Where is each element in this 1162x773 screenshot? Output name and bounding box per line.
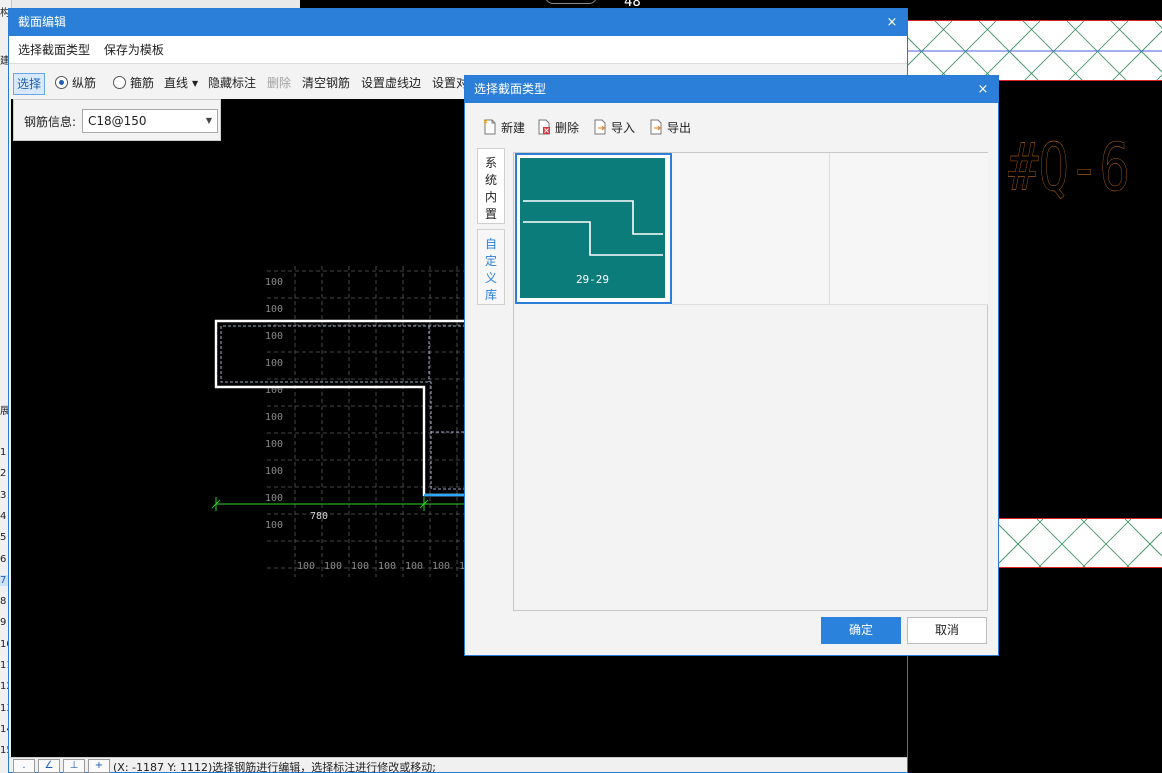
empty-template-slot <box>672 153 830 305</box>
view-mode-button[interactable]: . <box>13 759 35 773</box>
tab-custom-char: 自 <box>484 237 497 251</box>
rebar-outline <box>220 325 481 490</box>
rebar-info-value: C18@150 <box>88 114 147 128</box>
set-dashed-edge-button[interactable]: 设置虚线边 <box>361 73 421 95</box>
dialog-title: 选择截面类型 <box>474 82 547 96</box>
hatch-band-bottom <box>999 518 1162 568</box>
status-text: (X: -1187 Y: 1112)选择钢筋进行编辑，选择标注进行修改或移动; <box>113 761 436 773</box>
cad-annotation-text: #Q-6 <box>1008 129 1130 206</box>
screen: 48 1 2 3 4 5 6 7 8 9 10 11 12 13 14 15 构建展 #Q-6 截面编辑 × … <box>0 0 1162 773</box>
background-app-toolbar <box>0 0 300 8</box>
ok-button[interactable]: 确定 <box>821 617 901 644</box>
close-icon[interactable]: × <box>974 76 992 103</box>
grid-label: 100 <box>265 277 283 288</box>
grid-label: 100 <box>265 466 283 477</box>
longitudinal-radio[interactable]: 纵筋 <box>55 73 96 95</box>
stirrup-radio[interactable]: 箍筋 <box>113 73 154 95</box>
new-label: 新建 <box>501 121 526 135</box>
window-title: 截面编辑 <box>18 15 67 29</box>
select-section-type-dialog: 选择截面类型 × 新建 删除 导入 导出 系 统 内 置 自 定 义 库 29-… <box>464 75 999 656</box>
grid-label: 100 <box>378 561 396 572</box>
dimension-label: 780 <box>310 511 328 522</box>
delete-template-button[interactable]: 删除 <box>537 119 579 137</box>
tab-system-char: 置 <box>484 207 497 221</box>
delete-label: 删除 <box>555 121 580 135</box>
import-label: 导入 <box>611 121 636 135</box>
snap-angle-icon[interactable]: ∠ <box>38 759 60 773</box>
hatch-band-top <box>908 20 1162 81</box>
cad-annotation-label: #Q-6 <box>1008 132 1130 202</box>
rebar-info-label: 钢筋信息: <box>24 115 77 129</box>
stirrup-label: 箍筋 <box>130 76 155 90</box>
export-icon <box>650 119 662 135</box>
tab-system-char: 统 <box>484 173 497 187</box>
cancel-button[interactable]: 取消 <box>907 617 987 644</box>
tab-custom-char: 库 <box>484 288 497 302</box>
hatch-pattern-bottom <box>999 519 1162 567</box>
hatch-line <box>999 519 1044 564</box>
hide-label-button[interactable]: 隐藏标注 <box>208 73 256 95</box>
line-dropdown[interactable]: 直线 ▼ <box>164 73 198 95</box>
tab-system-builtin[interactable]: 系 统 内 置 <box>477 148 505 224</box>
grid-label: 100 <box>265 493 283 504</box>
rebar-info-panel: 钢筋信息: C18@150 ▼ <box>13 99 221 141</box>
hatch-pattern-top <box>908 21 1162 80</box>
export-button[interactable]: 导出 <box>649 119 691 137</box>
rebar-info-select[interactable]: C18@150 ▼ <box>82 109 218 133</box>
tab-custom-library[interactable]: 自 定 义 库 <box>477 229 505 305</box>
grid-label: 100 <box>265 358 283 369</box>
crosshair-icon[interactable]: + <box>88 759 110 773</box>
import-icon <box>594 119 606 135</box>
dialog-titlebar: 选择截面类型 × <box>465 76 998 103</box>
menu-bar: 选择截面类型 保存为模板 <box>9 36 907 64</box>
tab-custom-char: 定 <box>484 254 497 268</box>
grid-label: 100 <box>265 331 283 342</box>
hatch-line <box>999 524 1042 567</box>
grid-label: 100 <box>432 561 450 572</box>
longitudinal-label: 纵筋 <box>72 76 97 90</box>
section-outline <box>214 319 481 497</box>
section-template-grid: 29-29 <box>513 152 988 611</box>
export-label: 导出 <box>667 121 692 135</box>
close-icon[interactable]: × <box>883 9 901 36</box>
select-tool-button[interactable]: 选择 <box>13 73 46 95</box>
menu-save-as-template[interactable]: 保存为模板 <box>99 36 169 64</box>
import-button[interactable]: 导入 <box>593 119 635 137</box>
cad-annotation: #Q-6 <box>1008 129 1138 206</box>
grid-label: 100 <box>351 561 369 572</box>
clear-rebar-button[interactable]: 清空钢筋 <box>302 73 350 95</box>
delete-button[interactable]: 删除 <box>267 73 291 95</box>
tab-system-char: 内 <box>484 190 497 204</box>
new-button[interactable]: 新建 <box>483 119 525 137</box>
grid-label: 100 <box>297 561 315 572</box>
section-editor-titlebar: 截面编辑 × <box>9 9 907 36</box>
menu-select-section-type[interactable]: 选择截面类型 <box>13 36 95 64</box>
grid-label: 100 <box>265 520 283 531</box>
new-file-icon <box>483 119 496 135</box>
section-template-item[interactable]: 29-29 <box>515 153 672 304</box>
hatch-line <box>1126 531 1162 567</box>
radio-checked-icon <box>55 76 68 89</box>
line-label: 直线 <box>164 76 189 90</box>
radio-unchecked-icon <box>113 76 126 89</box>
chevron-down-icon: ▼ <box>205 116 212 125</box>
ortho-icon[interactable]: ⊥ <box>63 759 85 773</box>
grid-label: 100 <box>265 304 283 315</box>
chevron-down-icon: ▼ <box>192 79 199 88</box>
grid-label: 100 <box>265 412 283 423</box>
section-template-name: 29-29 <box>575 273 610 286</box>
set-partial-button[interactable]: 设置对 <box>432 73 468 95</box>
section-thumbnail: 29-29 <box>520 158 665 298</box>
hatch-line <box>1124 519 1162 557</box>
tab-system-char: 系 <box>484 156 497 170</box>
delete-file-icon <box>538 119 550 135</box>
grid-label: 100 <box>405 561 423 572</box>
tab-custom-char: 义 <box>484 271 497 285</box>
grid-label: 100 <box>265 439 283 450</box>
status-bar: . ∠ ⊥ + (X: -1187 Y: 1112)选择钢筋进行编辑，选择标注进… <box>9 757 907 773</box>
empty-template-slot <box>830 153 988 305</box>
grid-label: 100 <box>324 561 342 572</box>
background-oval-shape <box>545 0 597 4</box>
